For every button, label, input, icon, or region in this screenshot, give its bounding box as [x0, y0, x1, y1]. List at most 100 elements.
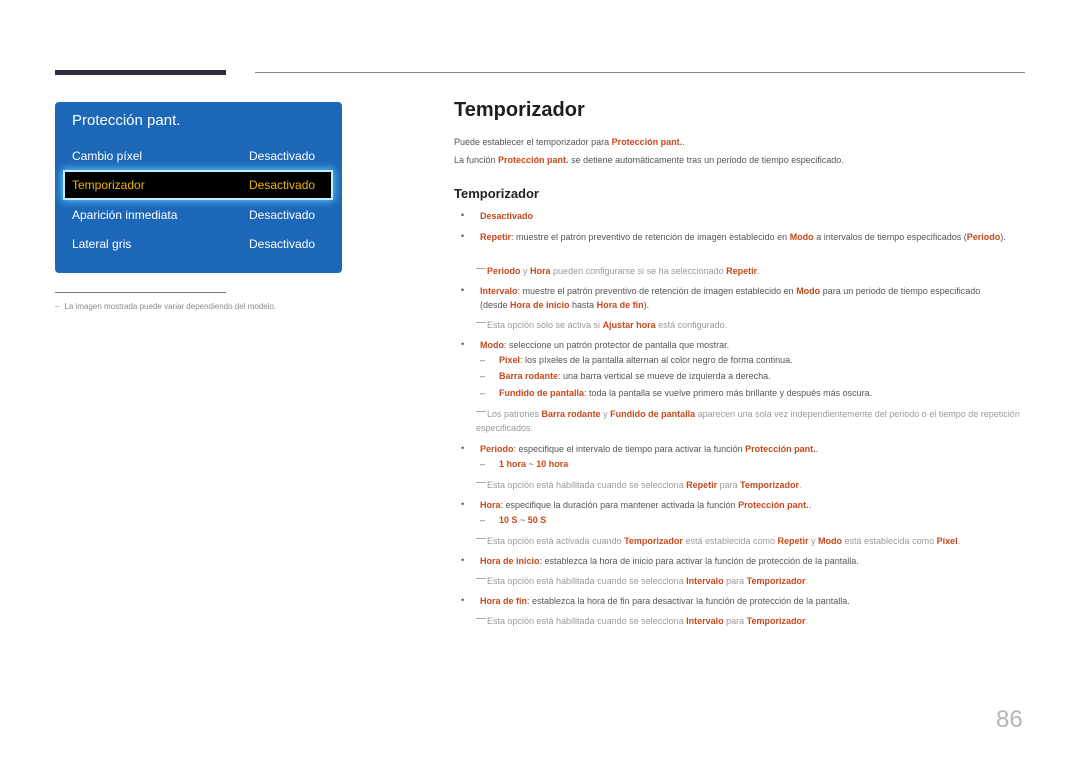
highlight: Repetir [777, 536, 809, 546]
text: Esta opción sólo se activa si [487, 320, 603, 330]
text: está establecida como [842, 536, 937, 546]
text: La función [454, 155, 499, 165]
note-hora: Esta opción está activada cuando Tempori… [476, 534, 1076, 548]
highlight: Píxel [499, 355, 521, 365]
highlight: Ajustar hora [602, 320, 656, 330]
highlight: Modo [480, 340, 504, 350]
intro-paragraph-1: Puede establecer el temporizador para Pr… [454, 137, 685, 147]
highlight: 10 hora [536, 459, 569, 469]
note-icon [476, 618, 486, 619]
option-hora: Hora: especifique la duración para mante… [480, 498, 1010, 512]
note-icon [476, 578, 486, 579]
text: ). [643, 300, 650, 310]
highlight: Hora [480, 500, 501, 510]
section-title: Temporizador [454, 186, 539, 201]
note-inicio: Esta opción está habilitada cuando se se… [476, 574, 1036, 588]
option-periodo: Periodo: especifique el intervalo de tie… [480, 442, 1010, 456]
text: . [815, 444, 819, 454]
bullet-icon: • [461, 555, 465, 565]
header-bar [55, 70, 226, 75]
text: y [600, 409, 611, 419]
header-rule [255, 72, 1025, 73]
menu-item-aparicion-inmediata[interactable]: Aparición inmediata Desactivado [65, 202, 331, 228]
page-number: 86 [996, 706, 1023, 733]
dash-icon: – [480, 459, 486, 469]
highlight: Periodo [480, 444, 514, 454]
note-repetir: Periodo y Hora pueden configurarse si se… [476, 264, 1036, 278]
text: Los patrones [487, 409, 542, 419]
option-hora-inicio: Hora de inicio: establezca la hora de in… [480, 554, 1010, 568]
side-note: – La imagen mostrada puede variar dependi… [55, 302, 276, 311]
menu-item-value: Desactivado [249, 208, 316, 222]
bullet-icon: • [461, 595, 465, 605]
modo-sub-fundido: – Fundido de pantalla: toda la pantalla s… [480, 388, 872, 398]
text: : toda la pantalla se vuelve primero más… [584, 388, 873, 398]
highlight: Periodo [966, 232, 1001, 242]
highlight: Temporizador [746, 576, 806, 586]
menu-item-value: Desactivado [249, 149, 316, 163]
note-intervalo: Esta opción sólo se activa si Ajustar ho… [476, 318, 1036, 332]
menu-item-temporizador[interactable]: Temporizador Desactivado [65, 172, 331, 198]
osd-menu-panel: Protección pant. Cambio píxel Desactivad… [55, 102, 342, 273]
bullet-icon: • [461, 285, 465, 295]
text: para [717, 480, 741, 490]
text: Esta opción está habilitada cuando se se… [487, 480, 687, 490]
highlight: Intervalo [686, 616, 724, 626]
highlight: Temporizador [740, 480, 800, 490]
menu-title: Protección pant. [72, 112, 181, 129]
highlight: Píxel [936, 536, 958, 546]
text: : una barra vertical se mueve de izquier… [558, 371, 771, 381]
text: para [723, 616, 747, 626]
highlight: Protección pant. [611, 137, 683, 147]
highlight: Fundido de pantalla [610, 409, 696, 419]
highlight: Hora de fin [480, 596, 528, 606]
text: : los píxeles de la pantalla alternan al… [520, 355, 793, 365]
text: hasta [569, 300, 597, 310]
menu-item-value: Desactivado [249, 178, 316, 192]
highlight: Repetir [686, 480, 718, 490]
modo-sub-pixel: – Píxel: los píxeles de la pantalla alter… [480, 355, 793, 365]
menu-item-label: Lateral gris [72, 237, 132, 251]
text: . [957, 536, 961, 546]
highlight: Periodo [487, 266, 521, 276]
hora-range: – 10 S ~ 50 S [480, 515, 546, 525]
bullet-icon: • [461, 210, 465, 220]
highlight: 50 S [527, 515, 547, 525]
text: y [520, 266, 531, 276]
text: ). [1000, 232, 1006, 242]
highlight: Temporizador [624, 536, 683, 546]
note-fin: Esta opción está habilitada cuando se se… [476, 614, 1036, 628]
text: Esta opción está habilitada cuando se se… [487, 616, 687, 626]
menu-item-lateral-gris[interactable]: Lateral gris Desactivado [65, 231, 331, 257]
highlight: Protección pant. [498, 155, 569, 165]
menu-item-cambio-pixel[interactable]: Cambio píxel Desactivado [65, 143, 331, 169]
text: : muestre el patrón preventivo de retenc… [517, 286, 797, 296]
periodo-range: – 1 hora ~ 10 hora [480, 459, 568, 469]
highlight: Protección pant. [745, 444, 816, 454]
text: . [805, 576, 809, 586]
text: está configurado. [655, 320, 728, 330]
text: pueden configurarse si se ha seleccionad… [550, 266, 727, 276]
text: y [808, 536, 819, 546]
bullet-icon: • [461, 443, 465, 453]
highlight: Repetir [726, 266, 758, 276]
option-modo: Modo: seleccione un patrón protector de … [480, 338, 1010, 352]
note-icon [476, 322, 486, 323]
text: se detiene automáticamente tras un perio… [568, 155, 844, 165]
highlight: 1 hora [499, 459, 527, 469]
dash-icon: – [480, 388, 486, 398]
text: Esta opción está activada cuando [487, 536, 625, 546]
highlight: Hora de inicio [510, 300, 570, 310]
menu-item-label: Temporizador [72, 178, 145, 192]
text: : especifique la duración para mantener … [500, 500, 739, 510]
highlight: Temporizador [746, 616, 806, 626]
text: : establezca la hora de fin para desacti… [527, 596, 850, 606]
text: . [805, 616, 809, 626]
highlight: Fundido de pantalla [499, 388, 584, 398]
highlight: Modo [796, 286, 821, 296]
highlight: Intervalo [686, 576, 724, 586]
text: está establecida como [682, 536, 778, 546]
dash-icon: – [55, 302, 60, 311]
page-title: Temporizador [454, 99, 585, 121]
modo-sub-barra-rodante: – Barra rodante: una barra vertical se mu… [480, 371, 771, 381]
